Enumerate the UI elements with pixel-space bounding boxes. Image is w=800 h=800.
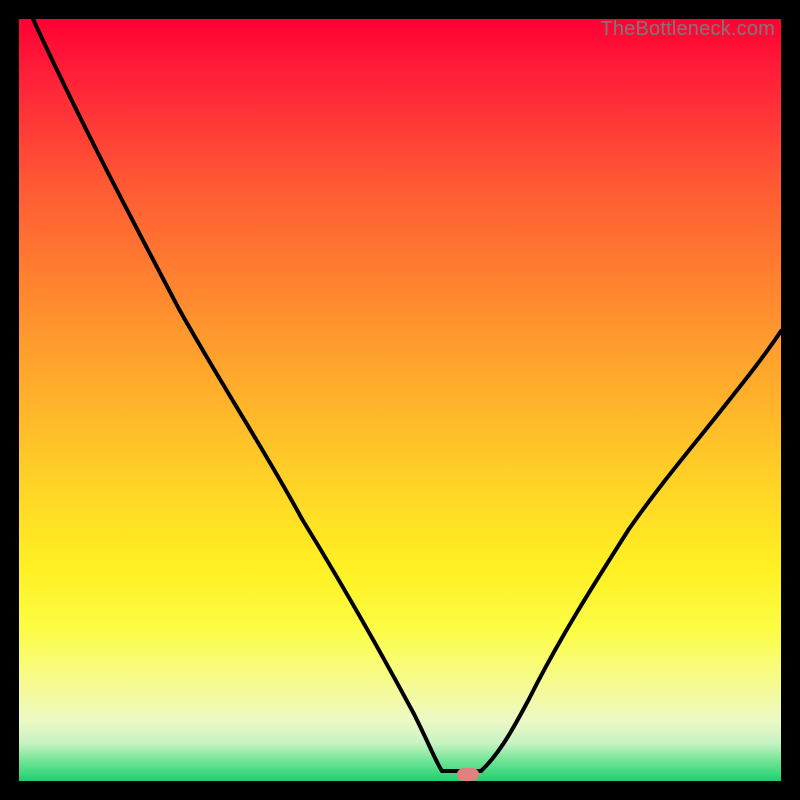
- plot-area: TheBottleneck.com: [19, 19, 781, 781]
- chart-frame: TheBottleneck.com: [0, 0, 800, 800]
- optimal-marker: [457, 768, 479, 781]
- bottleneck-curve: [19, 19, 781, 781]
